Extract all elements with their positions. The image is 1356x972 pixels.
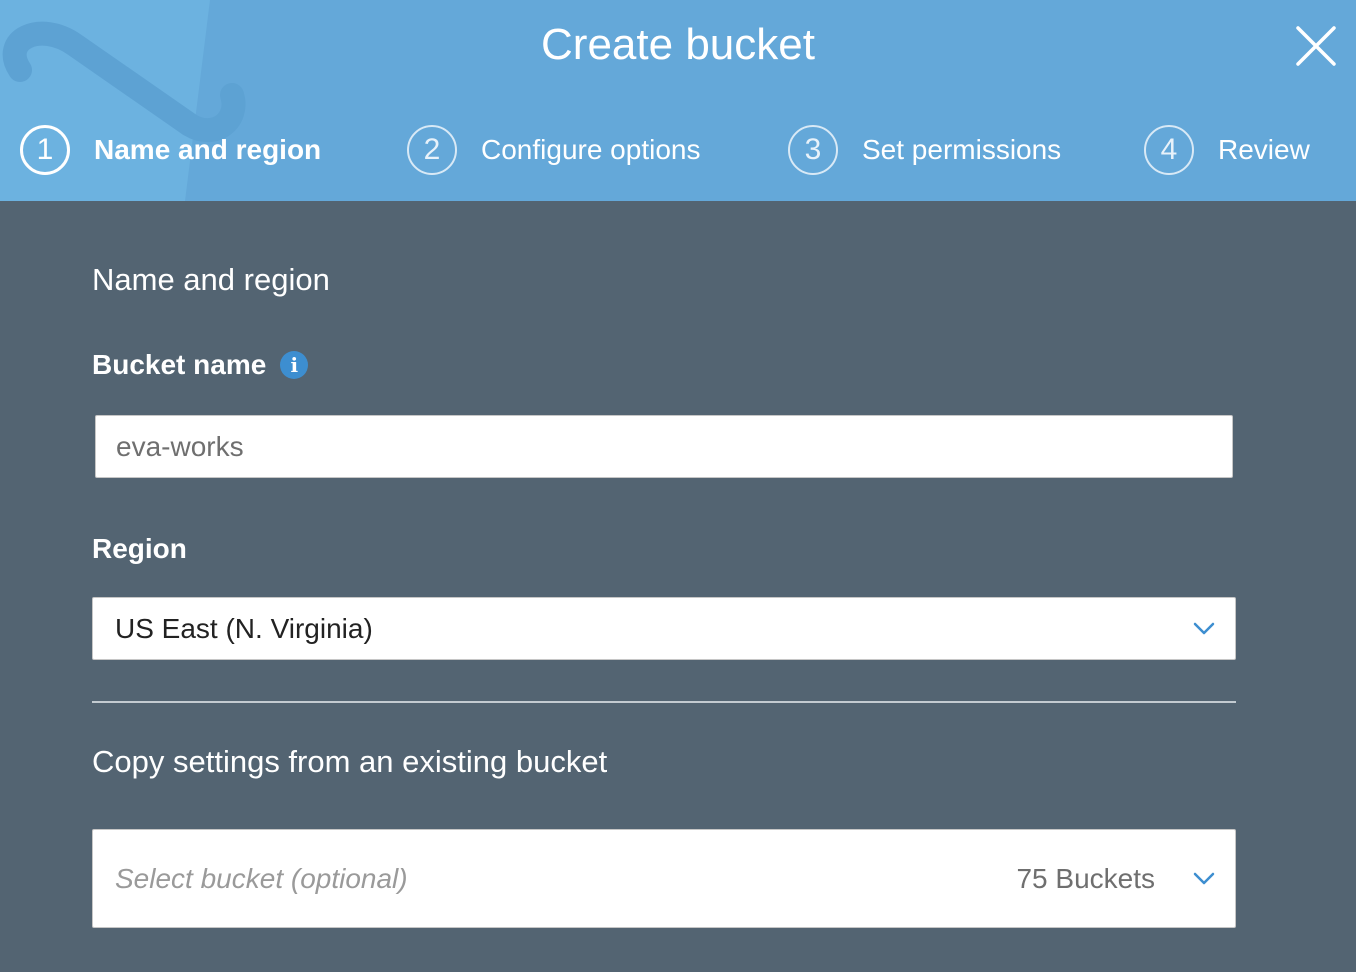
step-label: Configure options (481, 134, 701, 165)
chevron-down-icon (1193, 872, 1215, 885)
region-label: Region (92, 533, 187, 564)
dialog-title: Create bucket (541, 20, 815, 69)
bucket-count: 75 Buckets (1016, 863, 1155, 894)
step-number-circle: 2 (407, 125, 457, 175)
copy-bucket-select[interactable]: Select bucket (optional) 75 Buckets (92, 829, 1236, 928)
bucket-name-label-row: Bucket name i (92, 347, 309, 383)
step-number-circle: 1 (20, 125, 70, 175)
copy-settings-title: Copy settings from an existing bucket (92, 744, 608, 779)
bucket-name-input[interactable] (95, 415, 1233, 478)
bucket-name-label: Bucket name (92, 349, 267, 380)
step-review[interactable]: 4 Review (1144, 122, 1310, 178)
create-bucket-dialog: Create bucket 1 Name and region 2 Config… (0, 0, 1356, 972)
step-set-permissions[interactable]: 3 Set permissions (788, 122, 1061, 178)
step-number-circle: 4 (1144, 125, 1194, 175)
close-icon[interactable] (1290, 20, 1342, 72)
info-icon[interactable]: i (280, 351, 309, 379)
region-selected-value: US East (N. Virginia) (115, 613, 373, 644)
section-title: Name and region (92, 262, 330, 297)
step-name-and-region[interactable]: 1 Name and region (20, 122, 321, 178)
dialog-header: Create bucket 1 Name and region 2 Config… (0, 0, 1356, 201)
step-number-circle: 3 (788, 125, 838, 175)
step-label: Review (1218, 134, 1310, 165)
step-configure-options[interactable]: 2 Configure options (407, 122, 700, 178)
step-label: Set permissions (862, 134, 1062, 165)
section-divider (92, 701, 1236, 703)
region-select[interactable]: US East (N. Virginia) (92, 597, 1236, 660)
chevron-down-icon (1193, 622, 1215, 635)
copy-bucket-placeholder: Select bucket (optional) (115, 863, 408, 894)
step-label: Name and region (94, 134, 322, 165)
